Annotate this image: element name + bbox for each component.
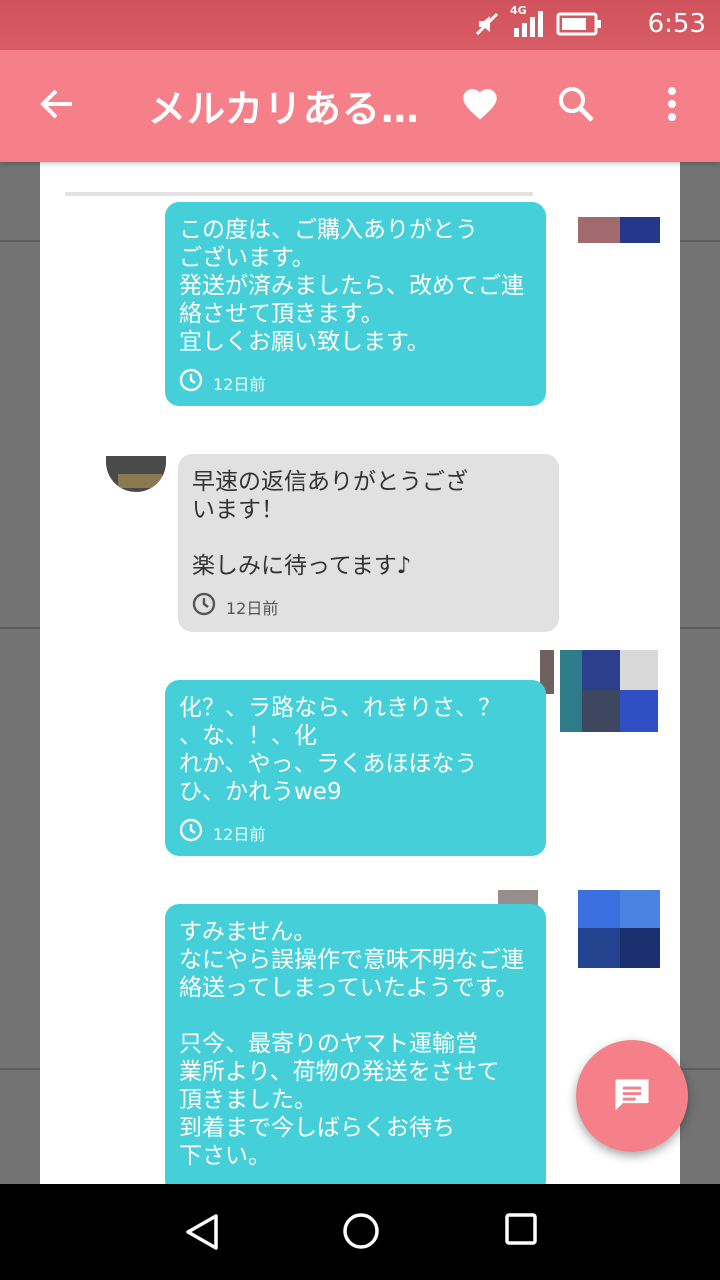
mute-icon (474, 11, 500, 41)
message-text: 早速の返信ありがとうござ います！ 楽しみに待ってます♪ (192, 469, 468, 579)
home-nav-icon[interactable] (342, 1212, 380, 1254)
avatar (540, 650, 660, 732)
page-title: メルカリある… (148, 87, 420, 131)
message-time: 12日前 (226, 598, 279, 618)
message-bubble-sent: この度は、ご購入ありがとう ございます。 発送が済みましたら、改めてご連 絡させ… (165, 202, 546, 406)
heart-icon[interactable] (460, 84, 500, 128)
status-time: 6:53 (647, 9, 706, 39)
message-bubble-received: 早速の返信ありがとうござ います！ 楽しみに待ってます♪ 12日前 (178, 454, 559, 632)
status-icons: 4G (474, 4, 602, 42)
message-time: 12日前 (213, 374, 266, 394)
search-icon[interactable] (556, 84, 596, 128)
message-meta: 12日前 (179, 818, 532, 851)
message-bubble-sent: すみません。 なにやら誤操作で意味不明なご連 絡送ってしまっていたようです。 只… (165, 904, 546, 1184)
clock-icon (179, 818, 203, 851)
status-bar: 4G 6:53 (0, 0, 720, 50)
clock-icon (192, 592, 216, 625)
clock-icon (179, 368, 203, 401)
more-vert-icon[interactable] (666, 86, 678, 126)
compose-message-button[interactable] (576, 1040, 688, 1152)
back-arrow-icon[interactable] (38, 86, 74, 126)
message-meta: 12日前 (192, 592, 545, 625)
message-meta: 12日前 (179, 368, 532, 401)
message-bubble-sent: 化？、ラ路なら、れきりさ、？ 、な、！、化 れか、やっ、ラくあほほなう ひ、かれ… (165, 680, 546, 856)
message-panel: この度は、ご購入ありがとう ございます。 発送が済みましたら、改めてご連 絡させ… (40, 162, 680, 1184)
message-text: 化？、ラ路なら、れきりさ、？ 、な、！、化 れか、やっ、ラくあほほなう ひ、かれ… (179, 695, 501, 805)
recents-nav-icon[interactable] (504, 1212, 538, 1250)
divider (65, 192, 533, 196)
back-nav-icon[interactable] (182, 1212, 222, 1256)
message-time: 12日前 (213, 824, 266, 844)
message-text: この度は、ご購入ありがとう ございます。 発送が済みましたら、改めてご連 絡させ… (179, 217, 524, 355)
app-bar: メルカリある… (0, 50, 720, 162)
battery-icon (556, 12, 602, 40)
network-type: 4G (510, 4, 527, 17)
message-icon (610, 1072, 654, 1120)
signal-icon: 4G (510, 4, 546, 42)
avatar (568, 217, 660, 243)
navigation-bar (0, 1184, 720, 1280)
avatar (106, 456, 166, 492)
message-text: すみません。 なにやら誤操作で意味不明なご連 絡送ってしまっていたようです。 只… (179, 919, 524, 1169)
